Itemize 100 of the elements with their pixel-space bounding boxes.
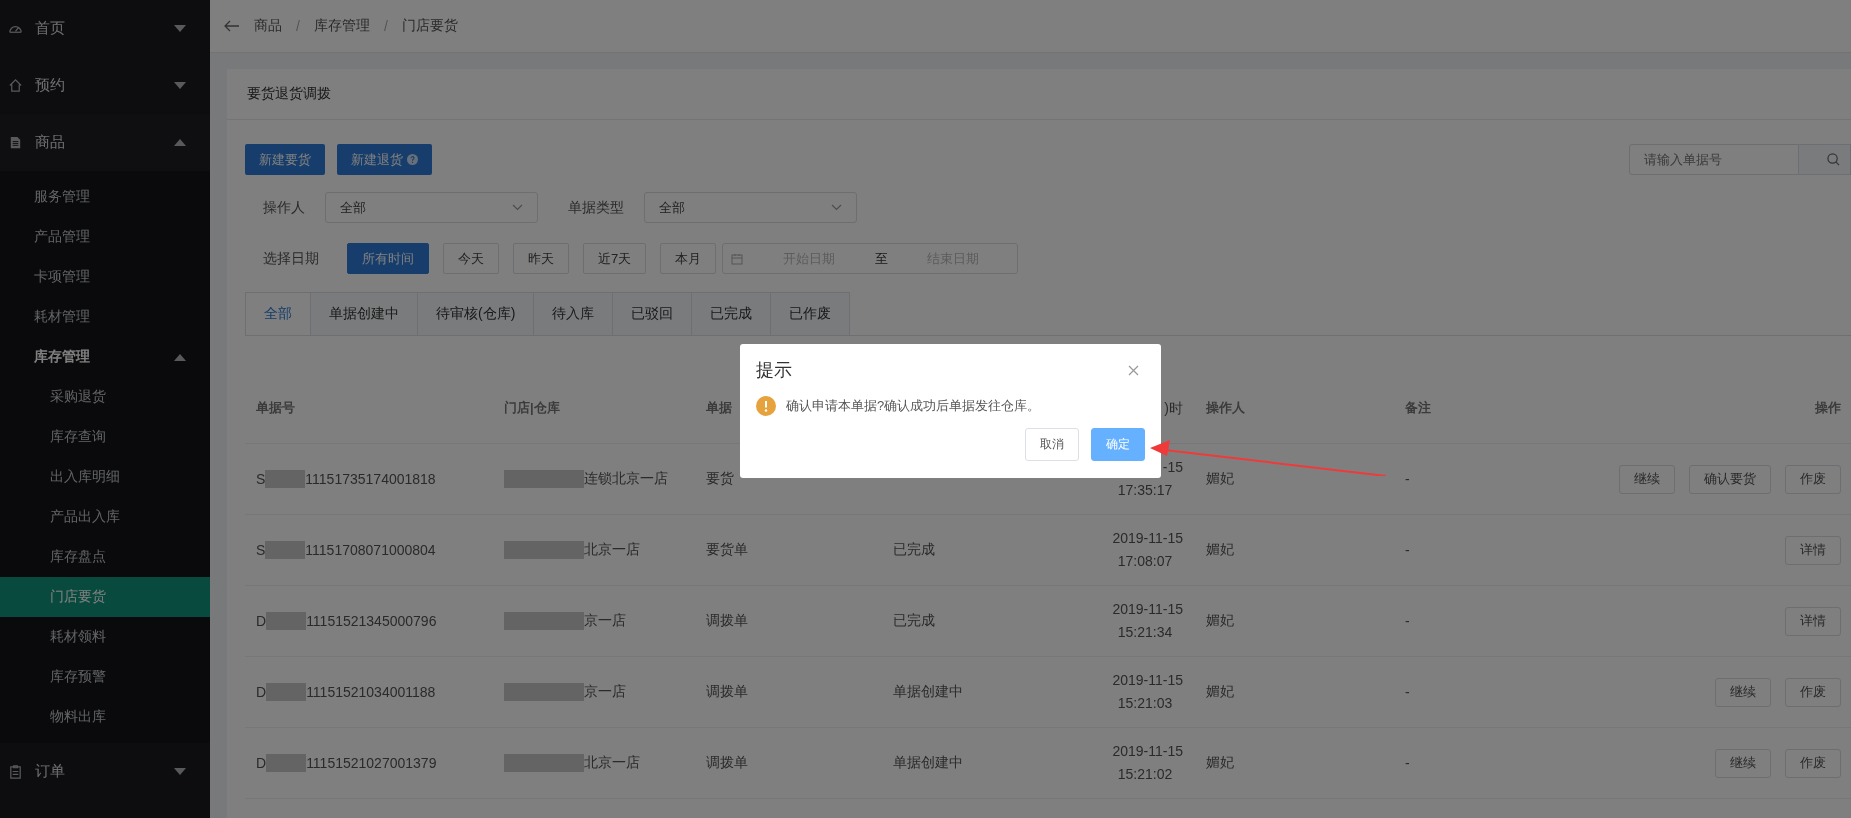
column-header: 操作 (1815, 399, 1841, 417)
clipboard-icon (8, 764, 23, 779)
breadcrumb-link[interactable]: 库存管理 (313, 17, 370, 35)
table-cell: D (256, 684, 267, 700)
date-option-button[interactable]: 本月 (660, 243, 717, 274)
table-cell: 调拨单 (706, 754, 748, 772)
table-cell: 11151521345000796 (306, 613, 437, 629)
redaction-block (266, 683, 307, 701)
sidebar-item[interactable]: 产品管理 (0, 217, 210, 257)
status-tab[interactable]: 已驳回 (613, 292, 693, 335)
filter-label: 操作人 (263, 198, 305, 217)
house-icon (8, 78, 23, 93)
table-cell: - (1405, 684, 1410, 700)
redaction-block (265, 470, 306, 488)
dialog-message: 确认申请本单据?确认成功后单据发往仓库。 (786, 397, 1041, 415)
status-tab[interactable]: 已完成 (692, 292, 772, 335)
date-option-button[interactable]: 近7天 (583, 243, 647, 274)
sidebar-item[interactable]: 服务管理 (0, 177, 210, 217)
sidebar-item[interactable]: 耗材领料 (0, 617, 210, 657)
select-field[interactable]: 全部 (325, 192, 538, 223)
table-cell: 媚妃 (1206, 754, 1234, 772)
redaction-block (266, 754, 307, 772)
search-button[interactable] (1799, 144, 1851, 175)
table-cell: 11151735174001818 (305, 471, 436, 487)
warning-icon (756, 396, 776, 416)
sidebar-item[interactable]: 订单 (0, 743, 210, 800)
table-cell: 要货单 (706, 541, 748, 559)
sidebar-item[interactable]: 卡项管理 (0, 257, 210, 297)
status-tab[interactable]: 待入库 (534, 292, 614, 335)
row-action-button[interactable]: 作废 (1785, 677, 1841, 707)
create-button[interactable]: 新建要货 (245, 144, 325, 175)
cancel-button[interactable]: 取消 (1025, 428, 1079, 461)
filter-label: 选择日期 (263, 249, 319, 268)
table-cell: - (1405, 613, 1410, 629)
status-tab[interactable]: 单据创建中 (311, 292, 418, 335)
table-cell-text: 15:21:34 (1117, 623, 1173, 642)
help-icon (407, 154, 418, 165)
sidebar-item[interactable]: 门店要货 (0, 577, 210, 617)
row-action-button[interactable]: 确认要货 (1689, 464, 1771, 494)
column-header: )时 (1164, 398, 1183, 418)
sidebar-item[interactable]: 出入库明细 (0, 457, 210, 497)
row-action-button[interactable]: 作废 (1785, 748, 1841, 778)
sidebar-item[interactable]: 物料出库 (0, 697, 210, 737)
sidebar-item[interactable]: 耗材管理 (0, 297, 210, 337)
sidebar-item[interactable]: 预约 (0, 57, 210, 114)
redaction-block (265, 541, 306, 559)
row-action-button[interactable]: 作废 (1785, 464, 1841, 494)
breadcrumb-separator: / (383, 18, 388, 34)
select-field[interactable]: 全部 (644, 192, 857, 223)
row-action-button[interactable]: 详情 (1785, 606, 1841, 636)
sidebar-item[interactable]: 产品出入库 (0, 497, 210, 537)
table-cell: 调拨单 (706, 612, 748, 630)
search-field[interactable]: 请输入单据号 (1629, 144, 1799, 175)
table-cell: - (1405, 755, 1410, 771)
row-action-button[interactable]: 继续 (1619, 464, 1675, 494)
sidebar-item[interactable]: 库存盘点 (0, 537, 210, 577)
table-cell: 11151521027001379 (306, 755, 437, 771)
table-cell: 媚妃 (1206, 683, 1234, 701)
table-cell: 已完成 (893, 612, 935, 630)
chevron-down-icon (512, 204, 523, 211)
table-cell: 11151708071000804 (305, 542, 436, 558)
table-cell: 调拨单 (706, 683, 748, 701)
dialog-title: 提示 (756, 359, 792, 382)
table-cell: 要货 (706, 470, 734, 488)
confirm-button[interactable]: 确定 (1091, 428, 1145, 461)
calendar-icon (731, 252, 744, 265)
table-cell: 京一店 (584, 612, 626, 630)
sidebar-item[interactable]: 库存预警 (0, 657, 210, 697)
status-tab[interactable]: 待审核(仓库) (418, 292, 535, 335)
row-action-button[interactable]: 详情 (1785, 535, 1841, 565)
date-option-button[interactable]: 所有时间 (347, 243, 429, 274)
back-arrow-icon[interactable] (224, 20, 240, 32)
create-button[interactable]: 新建退货 (337, 144, 432, 175)
table-cell: 媚妃 (1206, 470, 1234, 488)
sidebar-item[interactable]: 采购退货 (0, 377, 210, 417)
table-cell: 京一店 (584, 683, 626, 701)
table-cell-text: 2019-11-15 (1112, 742, 1183, 761)
status-tab[interactable]: 已作废 (771, 292, 851, 335)
search-icon (1827, 153, 1840, 166)
breadcrumb-link[interactable]: 商品 (254, 17, 282, 35)
filter-label: 单据类型 (568, 198, 624, 217)
chevron-down-icon (831, 204, 842, 211)
table-cell-text: -15 (1162, 458, 1183, 477)
column-header: 操作人 (1206, 400, 1245, 415)
table-cell-text: 2019-11-15 (1112, 600, 1183, 619)
sidebar-item[interactable]: 库存管理 (0, 337, 210, 377)
breadcrumb-separator: / (296, 18, 300, 34)
column-header: 单据 (706, 400, 732, 415)
sidebar-item[interactable]: 库存查询 (0, 417, 210, 457)
row-action-button[interactable]: 继续 (1715, 677, 1771, 707)
table-cell: 北京一店 (584, 754, 640, 772)
date-option-button[interactable]: 昨天 (513, 243, 569, 274)
date-option-button[interactable]: 今天 (443, 243, 499, 274)
status-tab[interactable]: 全部 (245, 292, 311, 335)
table-cell-text: 17:35:17 (1117, 481, 1173, 500)
sidebar-item[interactable]: 首页 (0, 0, 210, 57)
row-action-button[interactable]: 继续 (1715, 748, 1771, 778)
close-icon[interactable] (1128, 364, 1139, 376)
column-header: 门店|仓库 (504, 400, 560, 415)
breadcrumb-link[interactable]: 门店要货 (401, 17, 458, 35)
